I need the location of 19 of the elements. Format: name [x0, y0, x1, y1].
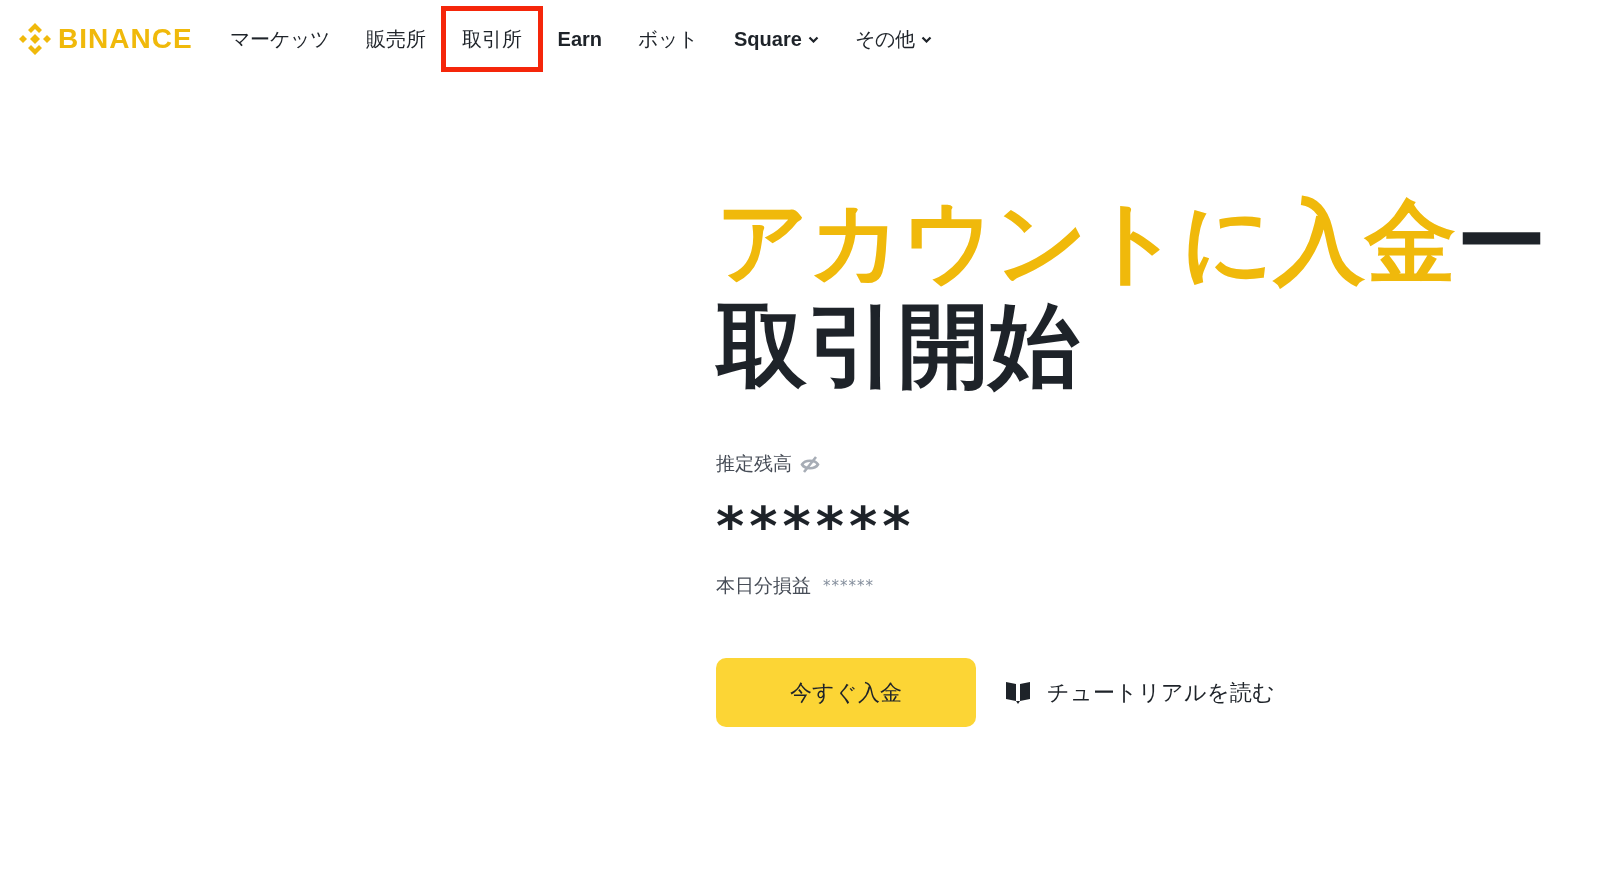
balance-label: 推定残高	[716, 452, 792, 476]
headline: アカウントに入金ー取引開始	[716, 190, 1548, 398]
nav-dropdown[interactable]: Square	[734, 27, 819, 51]
chevron-down-icon	[920, 35, 932, 43]
eye-slash-icon[interactable]	[800, 455, 820, 473]
pnl-value: ******	[823, 577, 874, 595]
pnl-label: 本日分損益	[716, 574, 811, 598]
nav-link[interactable]: 取引所	[440, 6, 543, 72]
nav-dropdown[interactable]: その他	[854, 27, 932, 51]
nav-link[interactable]: 販売所	[365, 27, 426, 51]
book-icon	[1005, 680, 1031, 705]
balance-value: ******	[716, 500, 916, 546]
chevron-down-icon	[807, 35, 819, 43]
nav-link[interactable]: Earn	[557, 27, 603, 51]
nav-link[interactable]: マーケッツ	[229, 27, 330, 51]
deposit-button[interactable]: 今すぐ入金	[716, 658, 976, 727]
diamond-logo-icon	[18, 22, 52, 56]
tutorial-link[interactable]: チュートリアルを読む	[1005, 676, 1275, 709]
nav-link[interactable]: ボット	[638, 27, 699, 51]
